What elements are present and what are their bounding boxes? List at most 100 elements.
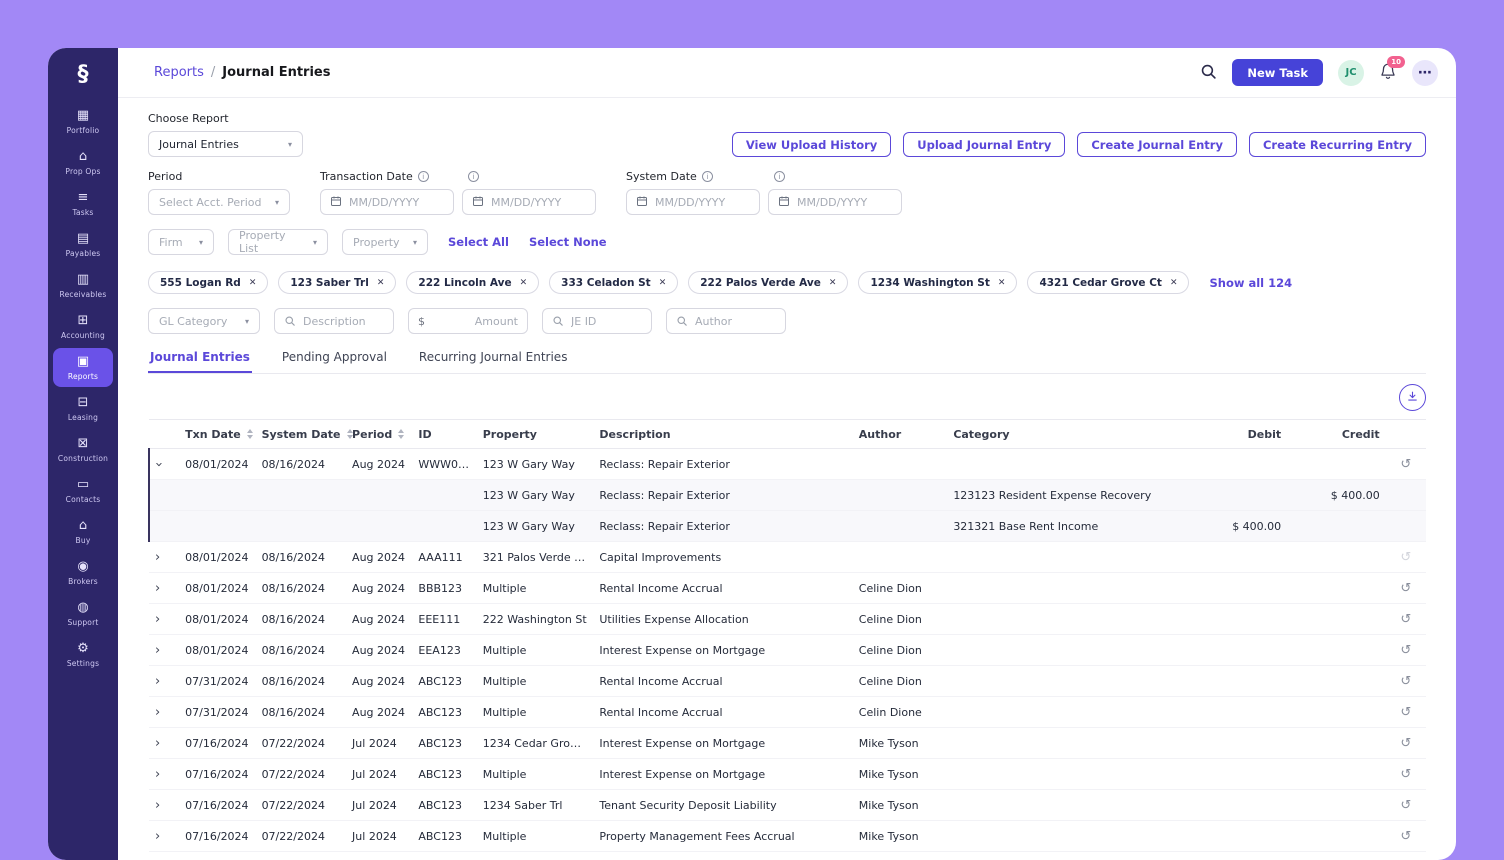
close-icon[interactable]: ✕: [998, 278, 1006, 288]
property-chip-222-lincoln-ave[interactable]: 222 Lincoln Ave ✕: [406, 271, 539, 294]
new-task-button[interactable]: New Task: [1232, 59, 1323, 86]
expand-row-icon[interactable]: ›: [155, 706, 160, 719]
construction-icon: ⊠: [78, 437, 89, 450]
info-icon[interactable]: i: [468, 171, 479, 182]
undo-icon[interactable]: ↺: [1400, 798, 1411, 813]
breadcrumb-reports-link[interactable]: Reports: [154, 65, 204, 80]
sidebar-item-portfolio[interactable]: ▦ Portfolio: [53, 102, 113, 141]
cell-credit: [1287, 604, 1386, 635]
select-all-link[interactable]: Select All: [448, 235, 509, 249]
expand-row-icon[interactable]: ›: [155, 799, 160, 812]
property-select[interactable]: Property ▾: [342, 229, 428, 255]
sidebar-item-brokers[interactable]: ◉ Brokers: [53, 553, 113, 592]
view-upload-history-button[interactable]: View Upload History: [732, 132, 891, 157]
create-journal-entry-button[interactable]: Create Journal Entry: [1077, 132, 1237, 157]
tab-journal-entries[interactable]: Journal Entries: [148, 350, 252, 373]
period-select[interactable]: Select Acct. Period ▾: [148, 189, 290, 215]
cell-id: WWW072: [412, 449, 476, 480]
transaction-date-from-input[interactable]: MM/DD/YYYY: [320, 189, 454, 215]
close-icon[interactable]: ✕: [520, 278, 528, 288]
tab-recurring-journal-entries[interactable]: Recurring Journal Entries: [417, 350, 570, 373]
close-icon[interactable]: ✕: [659, 278, 667, 288]
create-recurring-entry-button[interactable]: Create Recurring Entry: [1249, 132, 1426, 157]
cell-category: [947, 604, 1198, 635]
sidebar-item-buy[interactable]: ⌂ Buy: [53, 512, 113, 551]
show-all-link[interactable]: Show all 124: [1209, 276, 1292, 290]
transaction-date-to-input[interactable]: MM/DD/YYYY: [462, 189, 596, 215]
info-icon[interactable]: i: [702, 171, 713, 182]
expand-row-icon[interactable]: ›: [155, 768, 160, 781]
upload-journal-entry-button[interactable]: Upload Journal Entry: [903, 132, 1065, 157]
expand-row-icon[interactable]: ›: [155, 551, 160, 564]
property-chip-1234-washington-st[interactable]: 1234 Washington St ✕: [858, 271, 1017, 294]
undo-icon[interactable]: ↺: [1400, 612, 1411, 627]
property-chip-4321-cedar-grove-ct[interactable]: 4321 Cedar Grove Ct ✕: [1027, 271, 1189, 294]
collapse-row-icon[interactable]: ›: [152, 461, 165, 466]
expand-row-icon[interactable]: ›: [155, 582, 160, 595]
sidebar-item-construction[interactable]: ⊠ Construction: [53, 430, 113, 469]
info-icon[interactable]: i: [774, 171, 785, 182]
sort-icon[interactable]: [247, 429, 253, 439]
sidebar-item-prop-ops[interactable]: ⌂ Prop Ops: [53, 143, 113, 182]
column-header-txn-date[interactable]: Txn Date: [179, 420, 255, 449]
undo-icon[interactable]: ↺: [1400, 643, 1411, 658]
system-date-from-input[interactable]: MM/DD/YYYY: [626, 189, 760, 215]
info-icon[interactable]: i: [418, 171, 429, 182]
close-icon[interactable]: ✕: [829, 278, 837, 288]
cell-credit: [1287, 511, 1386, 542]
undo-icon[interactable]: ↺: [1400, 767, 1411, 782]
expand-row-icon[interactable]: ›: [155, 737, 160, 750]
avatar[interactable]: JC: [1338, 60, 1364, 86]
sidebar-item-settings[interactable]: ⚙ Settings: [53, 635, 113, 674]
sidebar-item-payables[interactable]: ▤ Payables: [53, 225, 113, 264]
more-menu-button[interactable]: ⋯: [1412, 60, 1438, 86]
author-input[interactable]: [695, 315, 776, 328]
sidebar-item-contacts[interactable]: ▭ Contacts: [53, 471, 113, 510]
undo-icon[interactable]: ↺: [1400, 581, 1411, 596]
je-id-input[interactable]: [571, 315, 642, 328]
select-none-link[interactable]: Select None: [529, 235, 607, 249]
tab-pending-approval[interactable]: Pending Approval: [280, 350, 389, 373]
cell-txn-date: 08/01/2024: [179, 604, 255, 635]
sidebar-item-accounting[interactable]: ⊞ Accounting: [53, 307, 113, 346]
undo-icon[interactable]: ↺: [1400, 674, 1411, 689]
report-select[interactable]: Journal Entries ▾: [148, 131, 303, 157]
property-chip-123-saber-trl[interactable]: 123 Saber Trl ✕: [278, 271, 396, 294]
undo-icon[interactable]: ↺: [1400, 705, 1411, 720]
property-chip-555-logan-rd[interactable]: 555 Logan Rd ✕: [148, 271, 268, 294]
description-input[interactable]: [303, 315, 384, 328]
cell-id: AAA111: [412, 542, 476, 573]
column-header-system-date[interactable]: System Date: [256, 420, 346, 449]
expand-row-icon[interactable]: ›: [155, 613, 160, 626]
undo-icon[interactable]: ↺: [1400, 736, 1411, 751]
search-button[interactable]: [1200, 63, 1217, 83]
undo-icon[interactable]: ↺: [1400, 550, 1411, 565]
cell-credit: $ 400.00: [1287, 480, 1386, 511]
property-list-select[interactable]: Property List ▾: [228, 229, 328, 255]
close-icon[interactable]: ✕: [377, 278, 385, 288]
download-button[interactable]: [1399, 384, 1426, 411]
firm-select[interactable]: Firm ▾: [148, 229, 214, 255]
gl-category-select[interactable]: GL Category ▾: [148, 308, 260, 334]
undo-icon[interactable]: ↺: [1400, 457, 1411, 472]
column-header-period[interactable]: Period: [346, 420, 412, 449]
sidebar-item-support[interactable]: ◍ Support: [53, 594, 113, 633]
expand-row-icon[interactable]: ›: [155, 830, 160, 843]
chevron-down-icon: ▾: [413, 238, 417, 247]
expand-row-icon[interactable]: ›: [155, 644, 160, 657]
sort-icon[interactable]: [398, 429, 404, 439]
expand-row-icon[interactable]: ›: [155, 675, 160, 688]
amount-input[interactable]: [432, 315, 518, 328]
close-icon[interactable]: ✕: [1170, 278, 1178, 288]
sidebar-item-receivables[interactable]: ▥ Receivables: [53, 266, 113, 305]
dollar-icon: $: [418, 315, 425, 328]
undo-icon[interactable]: ↺: [1400, 829, 1411, 844]
sidebar-item-tasks[interactable]: ≡ Tasks: [53, 184, 113, 223]
property-chip-333-celadon-st[interactable]: 333 Celadon St ✕: [549, 271, 678, 294]
property-chip-222-palos-verde-ave[interactable]: 222 Palos Verde Ave ✕: [688, 271, 848, 294]
close-icon[interactable]: ✕: [249, 278, 257, 288]
notifications-button[interactable]: 10: [1379, 62, 1397, 84]
sidebar-item-leasing[interactable]: ⊟ Leasing: [53, 389, 113, 428]
system-date-to-input[interactable]: MM/DD/YYYY: [768, 189, 902, 215]
sidebar-item-reports[interactable]: ▣ Reports: [53, 348, 113, 387]
